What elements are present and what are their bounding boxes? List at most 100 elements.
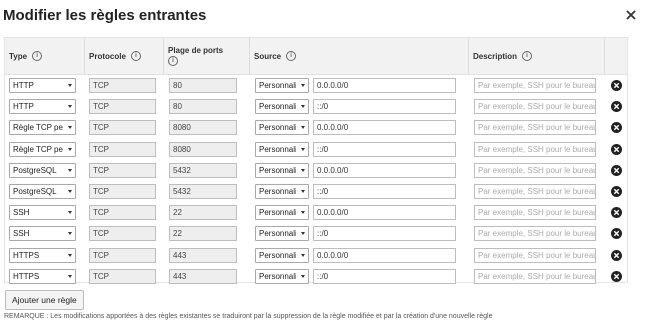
remove-rule-icon[interactable] (611, 228, 622, 240)
source-cidr-input[interactable]: ::/0 (313, 226, 456, 242)
source-cidr-input[interactable]: ::/0 (313, 141, 456, 157)
info-icon[interactable]: i (168, 56, 178, 66)
dropdown-arrow-icon (301, 253, 305, 257)
source-type-select[interactable]: Personnalisé (255, 205, 309, 221)
description-input[interactable]: Par exemple, SSH pour le bureau (474, 78, 596, 93)
source-cidr-input[interactable]: 0.0.0.0/0 (313, 162, 456, 178)
dropdown-arrow-icon (68, 253, 72, 257)
dialog-title: Modifier les règles entrantes (3, 7, 207, 24)
description-input[interactable]: Par exemple, SSH pour le bureau (474, 120, 596, 136)
remove-rule-icon[interactable] (611, 143, 622, 155)
source-type-select[interactable]: Personnalisé (255, 120, 309, 136)
dropdown-arrow-icon (301, 105, 305, 109)
source-cidr-input[interactable]: 0.0.0.0/0 (313, 78, 456, 93)
remove-rule-icon[interactable] (611, 101, 622, 113)
column-header-description: Description i (469, 38, 605, 74)
type-select[interactable]: HTTPS (9, 247, 76, 263)
source-cidr-input[interactable]: ::/0 (313, 184, 456, 199)
remove-rule-icon[interactable] (611, 164, 622, 176)
protocol-field: TCP (89, 226, 156, 242)
dropdown-arrow-icon (301, 211, 305, 215)
source-type-select[interactable]: Personnalisé (255, 78, 309, 93)
remove-rule-icon[interactable] (611, 249, 622, 261)
description-input[interactable]: Par exemple, SSH pour le bureau (474, 141, 596, 157)
source-cidr-input[interactable]: 0.0.0.0/0 (313, 205, 456, 221)
table-row: PostgreSQL TCP 5432 Personnalisé0.0.0.0/0 Pa… (5, 161, 627, 182)
source-cidr-input[interactable]: ::/0 (313, 99, 456, 115)
description-input[interactable]: Par exemple, SSH pour le bureau (474, 184, 596, 199)
info-icon[interactable]: i (286, 51, 297, 61)
description-input[interactable]: Par exemple, SSH pour le bureau (474, 99, 596, 115)
port-range-field: 80 (169, 99, 237, 115)
type-select[interactable]: SSH (9, 205, 76, 221)
description-input[interactable]: Par exemple, SSH pour le bureau (474, 268, 596, 284)
source-type-select[interactable]: Personnalisé (255, 141, 309, 157)
dropdown-arrow-icon (68, 126, 72, 130)
table-row: HTTP TCP 80 Personnalisé 0.0.0.0/0 Par exempl… (5, 76, 627, 97)
type-select[interactable]: Règle TCP personnalisée (9, 120, 76, 136)
protocol-field: TCP (89, 99, 156, 115)
protocol-field: TCP (89, 268, 156, 284)
dropdown-arrow-icon (68, 211, 72, 215)
port-range-field: 8080 (169, 120, 237, 136)
type-select[interactable]: SSH (9, 226, 76, 242)
table-header: Type i Protocole i Plage de ports i Sour… (5, 38, 627, 75)
description-input[interactable]: Par exemple, SSH pour le bureau (474, 226, 596, 242)
dropdown-arrow-icon (68, 190, 72, 193)
type-select[interactable]: PostgreSQL (9, 162, 76, 178)
description-input[interactable]: Par exemple, SSH pour le bureau (474, 205, 596, 221)
column-header-type: Type i (5, 38, 85, 74)
protocol-field: TCP (89, 78, 156, 93)
info-icon[interactable]: i (130, 51, 141, 61)
type-select[interactable]: HTTP (9, 78, 76, 93)
description-input[interactable]: Par exemple, SSH pour le bureau (474, 162, 596, 178)
close-icon[interactable] (624, 8, 638, 22)
dropdown-arrow-icon (68, 105, 72, 109)
column-header-port-range: Plage de ports i (164, 38, 250, 74)
port-range-field: 22 (169, 205, 237, 221)
table-row: HTTPS TCP 443 Personnalisé0.0.0.0/0 Par exem… (5, 246, 627, 267)
table-row: Règle TCP personnalisée TCP 8080 Personnali… (5, 118, 627, 139)
dropdown-arrow-icon (301, 168, 305, 172)
dropdown-arrow-icon (68, 168, 72, 172)
type-select[interactable]: HTTPS (9, 268, 76, 284)
type-select[interactable]: Règle TCP personnalisée (9, 141, 76, 157)
type-select[interactable]: PostgreSQL (9, 184, 76, 199)
add-rule-button[interactable]: Ajouter une règle (5, 290, 84, 310)
source-type-select[interactable]: Personnalisé (255, 162, 309, 178)
source-cidr-input[interactable]: ::/0 (313, 268, 456, 284)
protocol-field: TCP (89, 184, 156, 199)
protocol-field: TCP (89, 205, 156, 221)
table-row: PostgreSQL TCP 5432 Personnalisé::/0 Par exe… (5, 182, 627, 203)
source-type-select[interactable]: Personnalisé (255, 184, 309, 199)
description-input[interactable]: Par exemple, SSH pour le bureau (474, 247, 596, 263)
table-row: SSH TCP 22 Personnalisé::/0 Par exemple, SSH… (5, 224, 627, 245)
port-range-field: 80 (169, 78, 237, 93)
protocol-field: TCP (89, 162, 156, 178)
info-icon[interactable]: i (522, 51, 533, 61)
remove-rule-icon[interactable] (611, 207, 622, 219)
port-range-field: 5432 (169, 162, 237, 178)
protocol-field: TCP (89, 247, 156, 263)
source-type-select[interactable]: Personnalisé (255, 99, 309, 115)
note-text: REMARQUE : Les modifications apportées à… (4, 313, 493, 320)
source-cidr-input[interactable]: 0.0.0.0/0 (313, 247, 456, 263)
type-select[interactable]: HTTP (9, 99, 76, 115)
dropdown-arrow-icon (68, 232, 72, 236)
info-icon[interactable]: i (32, 51, 43, 61)
remove-rule-icon[interactable] (611, 122, 622, 134)
dropdown-arrow-icon (301, 190, 305, 193)
dropdown-arrow-icon (301, 126, 305, 130)
remove-rule-icon[interactable] (611, 186, 622, 197)
dropdown-arrow-icon (301, 147, 305, 151)
port-range-field: 5432 (169, 184, 237, 199)
source-type-select[interactable]: Personnalisé (255, 268, 309, 284)
remove-rule-icon[interactable] (611, 80, 622, 91)
source-cidr-input[interactable]: 0.0.0.0/0 (313, 120, 456, 136)
rules-table: Type i Protocole i Plage de ports i Sour… (4, 37, 628, 284)
source-type-select[interactable]: Personnalisé (255, 247, 309, 263)
dropdown-arrow-icon (301, 274, 305, 278)
dropdown-arrow-icon (68, 274, 72, 278)
source-type-select[interactable]: Personnalisé (255, 226, 309, 242)
remove-rule-icon[interactable] (611, 270, 622, 282)
